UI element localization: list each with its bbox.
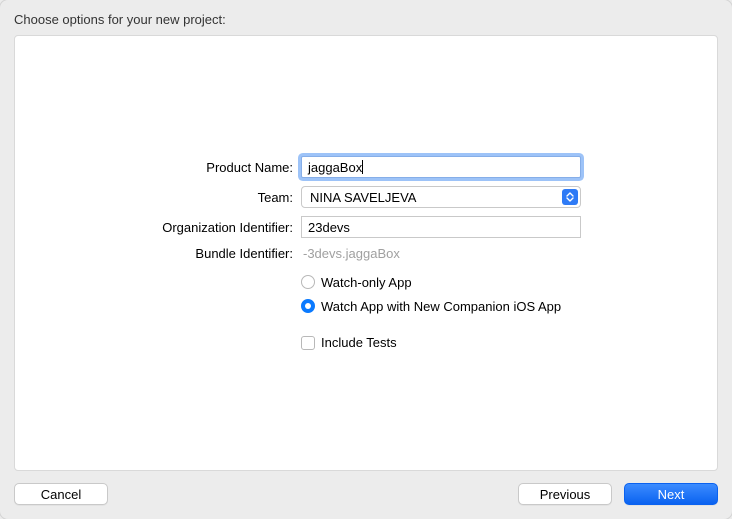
radio-watch-companion[interactable]: Watch App with New Companion iOS App [301,297,561,315]
page-title: Choose options for your new project: [14,12,718,27]
org-identifier-input[interactable] [301,216,581,238]
radio-watch-only[interactable]: Watch-only App [301,273,561,291]
product-name-input[interactable]: jaggaBox [301,156,581,178]
team-select[interactable]: NINA SAVELJEVA [301,186,581,208]
cancel-button[interactable]: Cancel [14,483,108,505]
radio-dot-icon [305,303,311,309]
radio-label-watch-companion: Watch App with New Companion iOS App [321,299,561,314]
text-cursor [362,160,363,174]
bundle-identifier-value: -3devs.jaggaBox [301,246,400,261]
org-identifier-label: Organization Identifier: [15,220,293,235]
bundle-identifier-row: Bundle Identifier: -3devs.jaggaBox [15,246,717,261]
radio-label-watch-only: Watch-only App [321,275,412,290]
checkbox-icon [301,336,315,350]
app-type-row: Watch-only App Watch App with New Compan… [15,269,717,315]
product-name-label: Product Name: [15,160,293,175]
radio-icon [301,275,315,289]
previous-button[interactable]: Previous [518,483,612,505]
radio-icon-selected [301,299,315,313]
form-area: Product Name: jaggaBox Team: NINA SAVELJ… [15,156,717,350]
team-row: Team: NINA SAVELJEVA [15,186,717,208]
include-tests-row: Include Tests [15,323,717,350]
content-panel: Product Name: jaggaBox Team: NINA SAVELJ… [14,35,718,471]
include-tests-checkbox[interactable]: Include Tests [301,323,397,350]
team-label: Team: [15,190,293,205]
footer-buttons: Cancel Previous Next [14,471,718,505]
next-button[interactable]: Next [624,483,718,505]
team-value: NINA SAVELJEVA [310,190,562,205]
app-type-radio-group: Watch-only App Watch App with New Compan… [301,269,561,315]
org-identifier-row: Organization Identifier: [15,216,717,238]
product-name-value: jaggaBox [308,160,362,175]
include-tests-label: Include Tests [321,335,397,350]
bundle-identifier-label: Bundle Identifier: [15,246,293,261]
product-name-row: Product Name: jaggaBox [15,156,717,178]
chevron-up-down-icon [562,189,578,205]
project-options-dialog: Choose options for your new project: Pro… [0,0,732,519]
